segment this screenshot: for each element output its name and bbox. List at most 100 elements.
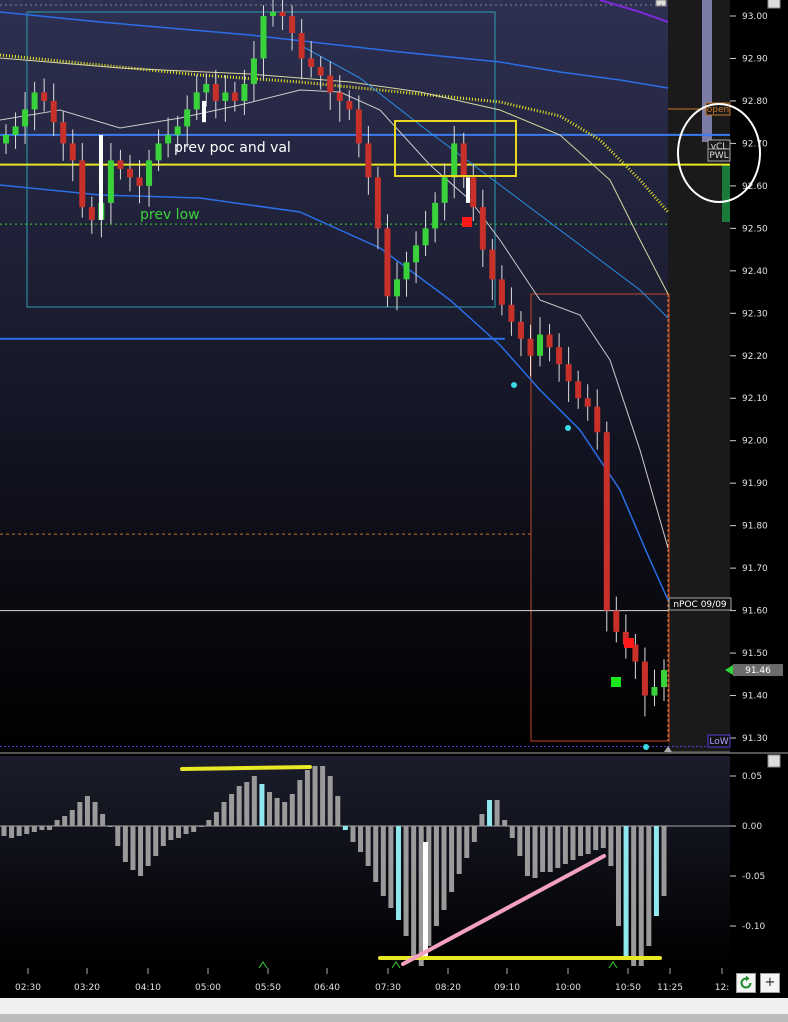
time-tick-label: 10:50 (615, 983, 641, 993)
osc-bar (107, 826, 113, 827)
osc-bar (487, 800, 493, 826)
osc-bar (494, 800, 500, 826)
volume-profile-bar (702, 0, 712, 142)
osc-bar (524, 826, 530, 876)
candle-up (165, 134, 172, 144)
osc-bar (289, 794, 295, 826)
osc-bar (100, 814, 106, 826)
time-tick-label: 11:25 (657, 983, 683, 993)
osc-menu-button (767, 754, 781, 768)
osc-tick-label: 0.00 (742, 822, 762, 832)
candle-down (384, 228, 391, 297)
osc-bar (350, 826, 356, 842)
time-tick-label: 05:50 (255, 983, 281, 993)
time-tick-label: 05:00 (195, 983, 221, 993)
osc-bar (395, 826, 401, 920)
candle-down (289, 16, 296, 33)
osc-bar (213, 812, 219, 826)
open-tag-text: open (707, 105, 729, 115)
last-session-bar (722, 165, 730, 222)
candle-down (88, 207, 95, 220)
candle-down (613, 610, 620, 632)
osc-bar (244, 782, 250, 826)
candle-down (374, 177, 381, 229)
osc-bar (122, 826, 128, 862)
candle-down (546, 334, 553, 348)
candle-up (3, 134, 9, 144)
candle-up (250, 58, 257, 84)
osc-bar (1, 826, 7, 836)
osc-bar (661, 826, 667, 896)
candle-white (99, 134, 103, 220)
candle-up (107, 160, 114, 203)
osc-bar (320, 766, 326, 826)
candle-down (355, 109, 362, 144)
price-tick-label: 91.30 (742, 734, 768, 744)
osc-bar (456, 826, 462, 874)
candle-up (22, 109, 29, 127)
osc-bar (578, 826, 584, 856)
osc-tick-label: 0.05 (742, 772, 762, 782)
osc-tick-label: -0.10 (742, 922, 766, 932)
osc-bar (327, 776, 333, 826)
candle-down (60, 122, 67, 144)
osc-bar (380, 826, 386, 896)
osc-bar (335, 796, 341, 826)
osc-bar (638, 826, 644, 966)
annotation-prev-poc-val: prev poc and val (174, 140, 291, 156)
price-tick-label: 91.60 (742, 607, 768, 617)
osc-bar (183, 826, 189, 834)
candle-down (479, 207, 486, 250)
osc-bar (54, 820, 60, 826)
candle-down (517, 321, 524, 339)
candle-down (41, 92, 48, 101)
osc-bar (191, 826, 197, 832)
candle-down (117, 160, 124, 169)
osc-bar (16, 826, 22, 836)
candle-down (231, 92, 238, 101)
osc-divergence-top-line (180, 765, 312, 771)
osc-bar (84, 796, 90, 826)
candle-down (508, 304, 515, 322)
zoom-in-button[interactable]: + (760, 973, 780, 993)
time-tick-label: 03:20 (74, 983, 100, 993)
pane-menu-button (767, 0, 781, 9)
candle-down (336, 92, 343, 101)
osc-bar (358, 826, 364, 852)
candle-up (451, 143, 458, 178)
chart-canvas[interactable]: 93.0092.9092.8092.7092.6092.5092.4092.30… (0, 0, 788, 1022)
candle-up (222, 92, 229, 101)
candle-up (31, 92, 38, 110)
time-tick-label: 02:30 (15, 983, 41, 993)
osc-bar (449, 826, 455, 892)
osc-bar (168, 826, 174, 840)
osc-bar (62, 816, 68, 826)
candle-down (527, 338, 534, 356)
osc-bar (631, 826, 637, 966)
osc-bar (206, 820, 212, 826)
candle-down (603, 432, 610, 611)
osc-bar (77, 802, 83, 826)
osc-bar (145, 826, 151, 866)
candle-white (466, 177, 470, 203)
candle-up (174, 126, 181, 135)
sell-signal-marker (462, 217, 472, 227)
osc-bar (282, 802, 288, 826)
osc-bar (517, 826, 523, 856)
reset-button[interactable] (736, 973, 756, 993)
price-tick-label: 93.00 (742, 12, 768, 22)
price-tick-label: 91.80 (742, 522, 768, 532)
osc-bar (175, 826, 181, 838)
osc-bar (221, 802, 227, 826)
osc-bar (547, 826, 553, 872)
osc-bar (251, 776, 257, 826)
osc-bar (236, 786, 242, 826)
candle-down (470, 177, 477, 208)
time-tick-label: 07:30 (375, 983, 401, 993)
candle-up (432, 202, 439, 229)
pivot-dot-marker (511, 382, 517, 388)
osc-bar (138, 826, 144, 876)
time-tick-label: 06:40 (314, 983, 340, 993)
candle-down (584, 398, 591, 407)
osc-bar (600, 826, 606, 848)
